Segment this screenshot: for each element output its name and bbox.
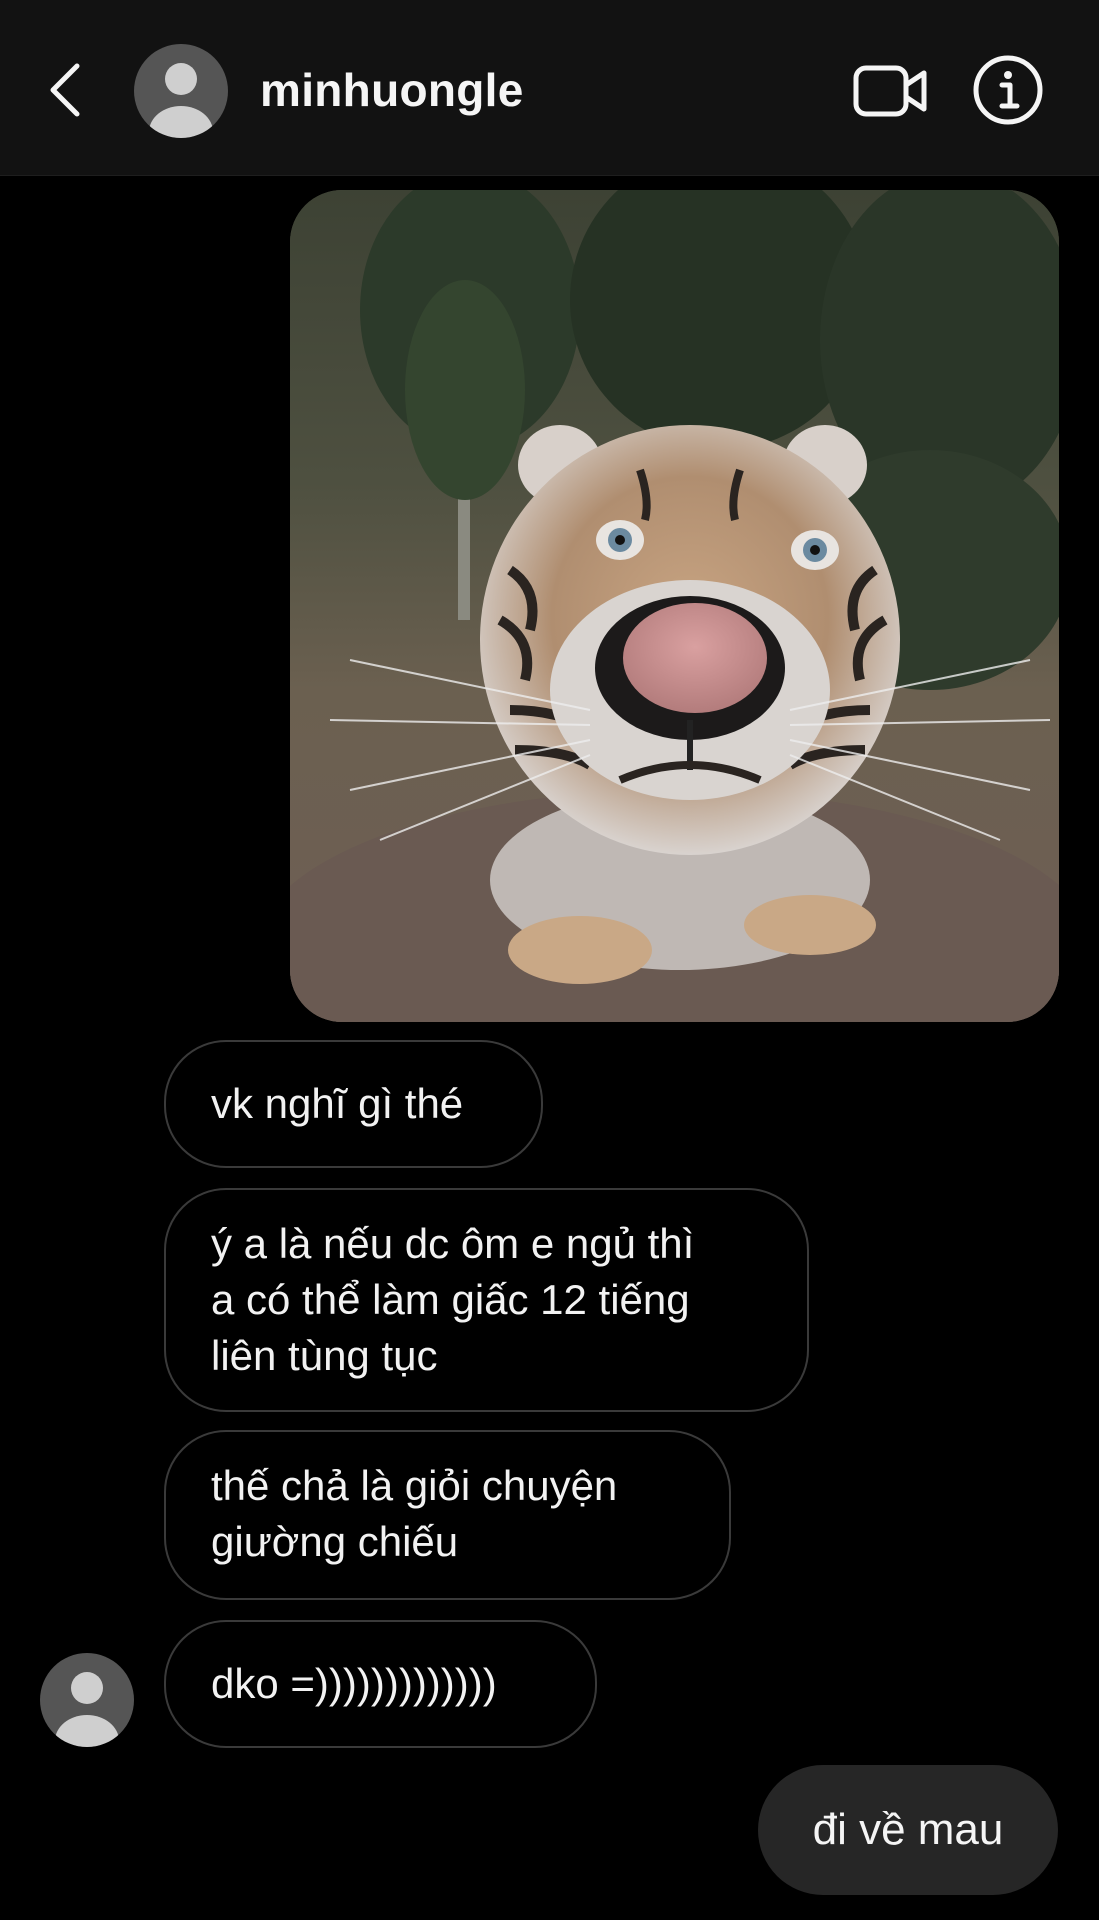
received-message-bubble[interactable]: ý a là nếu dc ôm e ngủ thì a có thể làm …	[164, 1188, 809, 1412]
tiger-photo-message[interactable]	[290, 190, 1059, 1022]
default-avatar-icon	[40, 1653, 134, 1747]
sent-message-bubble[interactable]: đi về mau	[758, 1765, 1058, 1895]
info-icon	[973, 55, 1043, 125]
received-message-bubble[interactable]: dko =)))))))))))))	[164, 1620, 597, 1748]
received-message-bubble[interactable]: thế chả là giỏi chuyện giường chiếu	[164, 1430, 731, 1600]
contact-avatar[interactable]	[134, 44, 228, 138]
info-button[interactable]	[972, 54, 1044, 126]
video-camera-icon	[853, 65, 927, 117]
video-call-button[interactable]	[852, 58, 928, 124]
back-button[interactable]	[40, 55, 90, 125]
chevron-left-icon	[50, 63, 80, 117]
tiger-photo	[290, 190, 1059, 1022]
chat-header: minhuongle	[0, 0, 1099, 176]
sender-avatar[interactable]	[40, 1653, 134, 1747]
default-avatar-icon	[134, 44, 228, 138]
received-message-bubble[interactable]: vk nghĩ gì thé	[164, 1040, 543, 1168]
contact-username[interactable]: minhuongle	[260, 62, 524, 118]
